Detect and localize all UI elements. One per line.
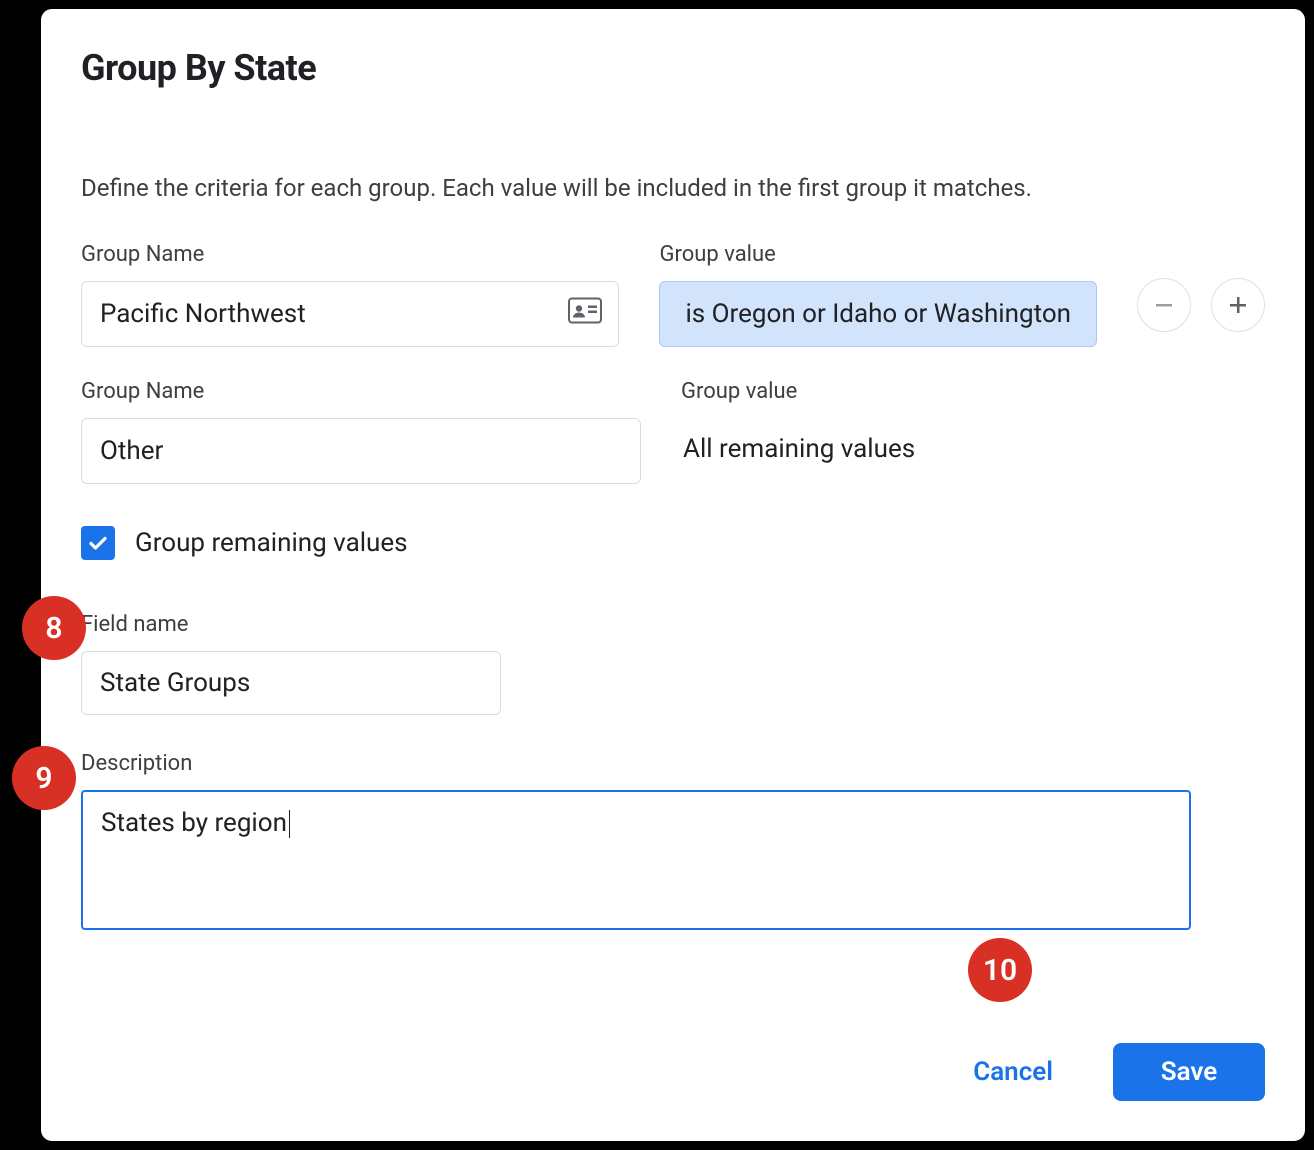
group-value-box-1[interactable]: is Oregon or Idaho or Washington <box>659 281 1097 347</box>
group-name-col-2: Group Name Other <box>81 379 641 484</box>
remove-group-button[interactable] <box>1137 278 1191 332</box>
group-name-label-2: Group Name <box>81 379 641 404</box>
modal-title: Group By State <box>81 47 1265 89</box>
annotation-badge-10: 10 <box>968 938 1032 1002</box>
group-name-value-2: Other <box>100 436 163 466</box>
add-group-button[interactable] <box>1211 278 1265 332</box>
group-name-input-1[interactable]: Pacific Northwest <box>81 281 619 347</box>
group-remaining-checkbox[interactable] <box>81 526 115 560</box>
group-remaining-row: Group remaining values <box>81 526 1265 560</box>
modal-footer: Cancel Save <box>973 1043 1265 1101</box>
description-input[interactable]: States by region <box>81 790 1191 930</box>
field-name-section: Field name State Groups <box>81 612 1265 715</box>
group-value-text-2: All remaining values <box>681 418 1136 464</box>
group-row-2: Group Name Other Group value All remaini… <box>81 379 1265 484</box>
group-by-modal: Group By State Define the criteria for e… <box>40 8 1306 1142</box>
group-value-col-2: Group value All remaining values <box>681 379 1136 464</box>
group-value-col-1: Group value is Oregon or Idaho or Washin… <box>659 242 1097 347</box>
field-name-input[interactable]: State Groups <box>81 651 501 715</box>
group-name-col-1: Group Name Pacific Northwest <box>81 242 619 347</box>
group-name-value-1: Pacific Northwest <box>100 299 306 329</box>
row-action-buttons <box>1137 278 1265 332</box>
group-name-label-1: Group Name <box>81 242 619 267</box>
description-value: States by region <box>101 808 287 838</box>
text-cursor <box>289 810 290 838</box>
annotation-badge-9: 9 <box>12 746 76 810</box>
cancel-button[interactable]: Cancel <box>973 1057 1053 1087</box>
save-button[interactable]: Save <box>1113 1043 1265 1101</box>
group-value-text-1: is Oregon or Idaho or Washington <box>685 299 1071 329</box>
annotation-badge-8: 8 <box>22 596 86 660</box>
group-name-input-2[interactable]: Other <box>81 418 641 484</box>
group-row-1: Group Name Pacific Northwest Group value… <box>81 242 1265 347</box>
group-value-label-2: Group value <box>681 379 1136 404</box>
group-value-label-1: Group value <box>659 242 1097 267</box>
modal-subtitle: Define the criteria for each group. Each… <box>81 174 1265 202</box>
field-name-value: State Groups <box>100 668 250 698</box>
description-section: Description States by region <box>81 751 1265 930</box>
field-name-label: Field name <box>81 612 1265 637</box>
id-card-icon <box>568 298 602 331</box>
group-remaining-label: Group remaining values <box>135 528 408 558</box>
description-label: Description <box>81 751 1265 776</box>
